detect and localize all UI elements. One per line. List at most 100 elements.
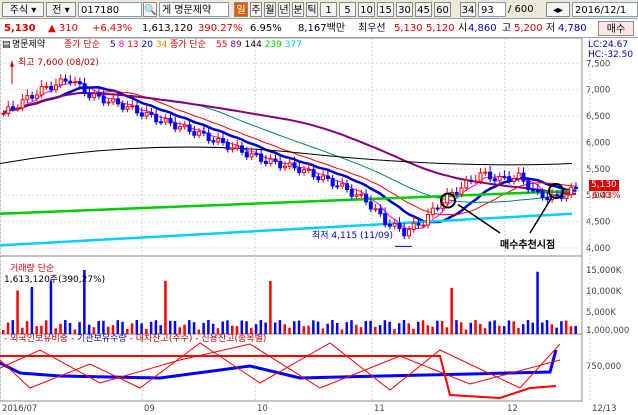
volume-bar bbox=[355, 324, 358, 334]
volume-bar bbox=[273, 322, 277, 334]
candle bbox=[488, 171, 493, 180]
volume-bar bbox=[397, 323, 401, 334]
nav-buttons[interactable]: ◂▸ bbox=[546, 2, 570, 17]
minute-5-button[interactable]: 5 bbox=[339, 2, 356, 17]
period-년-button[interactable]: 년 bbox=[278, 2, 290, 17]
candle bbox=[321, 175, 326, 181]
daily-badge[interactable]: 일 bbox=[234, 2, 248, 17]
period-틱-button[interactable]: 틱 bbox=[306, 2, 318, 17]
candle bbox=[316, 176, 321, 181]
minute-30-button[interactable]: 30 bbox=[396, 2, 413, 17]
candle bbox=[368, 201, 373, 210]
ma-20-legend: 20 bbox=[141, 40, 156, 50]
chart-settings-icon[interactable]: ▤ bbox=[2, 40, 11, 51]
candle bbox=[254, 153, 259, 156]
period-분-button[interactable]: 분 bbox=[292, 2, 304, 17]
hc-label: HC:-32.50 bbox=[588, 50, 634, 60]
volume-bar bbox=[536, 271, 539, 334]
candle bbox=[292, 162, 297, 169]
min-price-annotation: 최저 4,115 (11/09) bbox=[312, 231, 394, 241]
volume-bar bbox=[507, 320, 511, 334]
volume-axis-tick: 5,000K bbox=[586, 308, 616, 318]
candle bbox=[383, 213, 388, 226]
volume-bar bbox=[312, 320, 315, 334]
volume-bar bbox=[474, 320, 477, 334]
volume-bar bbox=[30, 287, 34, 334]
minute-34-button[interactable]: 34 bbox=[460, 2, 476, 17]
volume-bar bbox=[226, 320, 229, 334]
candle bbox=[111, 98, 116, 103]
candle bbox=[154, 113, 159, 123]
candle bbox=[158, 121, 163, 124]
period-월-button[interactable]: 월 bbox=[264, 2, 276, 17]
buy-button[interactable]: 매수 bbox=[598, 21, 634, 36]
candle bbox=[545, 197, 550, 201]
candle bbox=[77, 81, 82, 85]
volume-bar bbox=[469, 322, 473, 334]
minute-15-button[interactable]: 15 bbox=[377, 2, 394, 17]
candle bbox=[230, 147, 235, 150]
candle bbox=[516, 172, 521, 180]
candle bbox=[359, 193, 364, 196]
volume-bar bbox=[254, 324, 258, 334]
low-label: 저 bbox=[546, 23, 556, 34]
count-input[interactable]: 93 bbox=[478, 2, 506, 17]
candle bbox=[340, 183, 345, 187]
candle bbox=[39, 85, 44, 96]
ma-5-legend: 5 bbox=[110, 40, 119, 50]
market-dropdown[interactable]: 전 ▾ bbox=[46, 2, 76, 17]
volume-bar bbox=[159, 325, 162, 334]
candle bbox=[168, 117, 173, 124]
candle bbox=[206, 132, 211, 142]
candle bbox=[387, 224, 392, 227]
period-주-button[interactable]: 주 bbox=[250, 2, 262, 17]
candle bbox=[511, 178, 516, 182]
volume-bar bbox=[488, 321, 492, 334]
ma-55-legend: 55 bbox=[216, 40, 231, 50]
volume-bar bbox=[455, 320, 458, 334]
candle bbox=[445, 193, 450, 204]
volume-bar bbox=[230, 325, 234, 334]
candle bbox=[354, 194, 359, 197]
volume-bar bbox=[135, 320, 139, 334]
volume-bar bbox=[278, 320, 282, 334]
candle bbox=[49, 85, 54, 91]
minute-60-button[interactable]: 60 bbox=[434, 2, 451, 17]
candle bbox=[6, 106, 11, 114]
candle bbox=[58, 78, 63, 86]
ma377-line bbox=[0, 212, 573, 247]
price-axis-tick: 6,500 bbox=[586, 112, 610, 122]
candle bbox=[526, 180, 531, 191]
stock-chart[interactable]: 7,5007,0006,5006,0005,5005,0004,5004,000… bbox=[0, 38, 638, 415]
company-field[interactable]: 게 명문제약 bbox=[159, 2, 229, 17]
candle bbox=[173, 122, 178, 130]
stock-code-input[interactable]: 017180 bbox=[78, 2, 142, 17]
volume-bar bbox=[402, 320, 406, 334]
ma20-line bbox=[3, 90, 577, 216]
search-icon[interactable]: 🔍 bbox=[143, 2, 157, 17]
x-axis-tick: 09 bbox=[144, 404, 155, 414]
candle bbox=[192, 130, 197, 136]
volume-bar bbox=[521, 324, 525, 334]
current-pct-tag: 6.43% bbox=[592, 191, 621, 201]
minute-45-button[interactable]: 45 bbox=[415, 2, 432, 17]
minute-1-button[interactable]: 1 bbox=[320, 2, 337, 17]
candle bbox=[263, 160, 268, 164]
volume-axis-tick: 15,000K bbox=[586, 266, 622, 276]
volume-bar bbox=[178, 327, 182, 334]
candle bbox=[297, 167, 302, 173]
candle bbox=[101, 95, 106, 104]
candle bbox=[44, 85, 49, 88]
candle bbox=[521, 172, 526, 182]
candle bbox=[483, 171, 488, 174]
volume-bar bbox=[512, 321, 515, 334]
volume-bar bbox=[436, 320, 439, 334]
menu-dropdown[interactable]: 주식 ▾ bbox=[2, 2, 44, 17]
candle bbox=[540, 191, 545, 199]
candle bbox=[531, 189, 536, 192]
candle bbox=[406, 229, 411, 237]
volume-bar bbox=[550, 324, 554, 334]
date-input[interactable]: 2016/12/1 bbox=[572, 2, 638, 17]
minute-10-button[interactable]: 10 bbox=[358, 2, 375, 17]
candle bbox=[225, 142, 230, 150]
